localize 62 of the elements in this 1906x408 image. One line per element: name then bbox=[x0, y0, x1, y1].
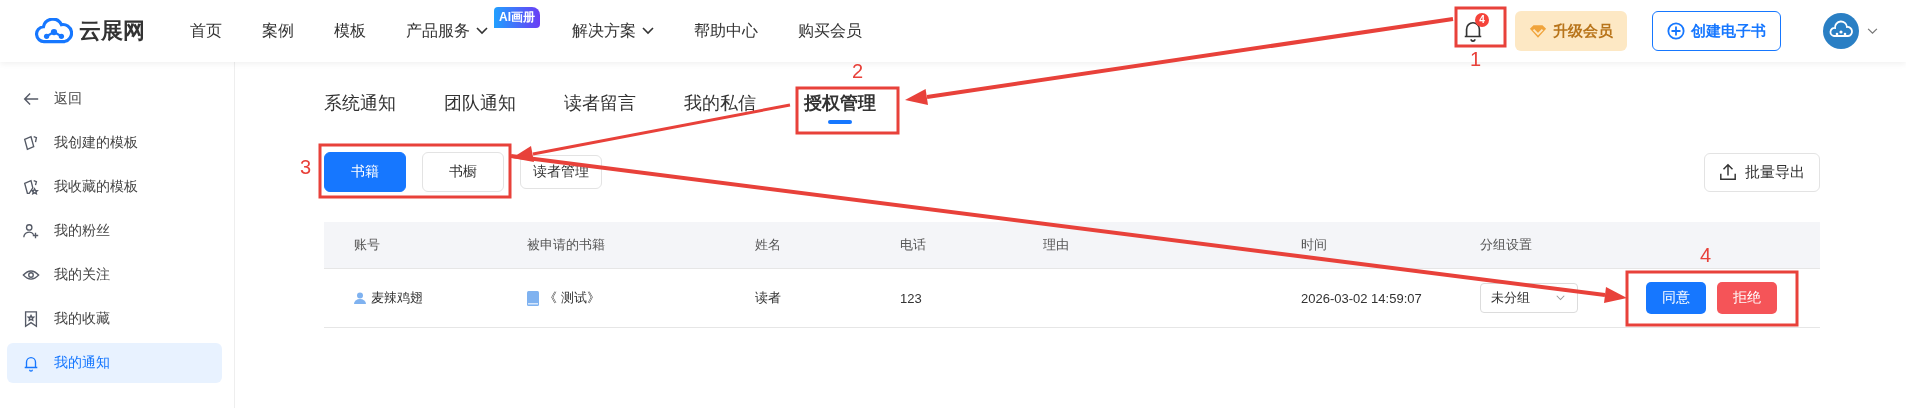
diamond-icon bbox=[1529, 23, 1547, 39]
plus-circle-icon bbox=[1667, 22, 1685, 40]
annotation-box bbox=[1454, 6, 1507, 48]
column-header: 姓名 bbox=[755, 236, 782, 254]
create-ebook-button[interactable]: 创建电子书 bbox=[1652, 11, 1781, 51]
annotation-number: 3 bbox=[300, 156, 312, 178]
column-header: 分组设置 bbox=[1480, 236, 1533, 254]
group-select[interactable]: 未分组 bbox=[1480, 283, 1578, 313]
column-header: 时间 bbox=[1301, 236, 1328, 254]
column-header: 被申请的书籍 bbox=[527, 236, 606, 254]
sub-tab[interactable]: 书籍 bbox=[324, 152, 406, 192]
tab[interactable]: 团队通知 bbox=[444, 90, 516, 126]
avatar-icon[interactable] bbox=[1823, 13, 1859, 49]
tab[interactable]: 系统通知 bbox=[324, 90, 396, 126]
chevron-down-icon bbox=[642, 27, 654, 35]
sidebar-item[interactable]: 我的粉丝 bbox=[7, 211, 222, 251]
table-cell: 《 测试》 bbox=[544, 289, 600, 307]
upload-icon bbox=[1719, 163, 1737, 181]
agree-button[interactable]: 同意 bbox=[1646, 282, 1706, 314]
brand-name: 云展网 bbox=[79, 17, 145, 45]
chevron-down-icon[interactable] bbox=[1867, 27, 1878, 35]
cloud-logo-icon bbox=[35, 18, 73, 44]
column-header: 账号 bbox=[354, 236, 381, 254]
nav-link[interactable]: 购买会员 bbox=[798, 20, 862, 42]
arrow-left-icon bbox=[22, 90, 40, 108]
tab[interactable]: 授权管理 bbox=[804, 90, 876, 126]
notification-bell-button[interactable]: 4 bbox=[1451, 13, 1495, 49]
cards-icon bbox=[22, 134, 40, 152]
book-icon bbox=[527, 290, 539, 306]
sub-tab[interactable]: 书橱 bbox=[422, 152, 504, 192]
table-cell: 麦辣鸡翅 bbox=[371, 289, 423, 307]
ai-badge: AI画册 bbox=[494, 6, 540, 28]
chevron-down-icon bbox=[476, 27, 488, 35]
back-link[interactable]: 返回 bbox=[7, 79, 222, 119]
sidebar-item[interactable]: 我的收藏 bbox=[7, 299, 222, 339]
sidebar-item[interactable]: 我收藏的模板 bbox=[7, 167, 222, 207]
tab[interactable]: 我的私信 bbox=[684, 90, 756, 126]
column-header: 电话 bbox=[900, 236, 927, 254]
notification-count: 4 bbox=[1475, 13, 1489, 27]
annotation-number: 4 bbox=[1700, 244, 1712, 266]
sidebar-item[interactable]: 我的通知 bbox=[7, 343, 222, 383]
chevron-down-icon bbox=[1556, 295, 1565, 301]
user-plus-icon bbox=[22, 222, 40, 240]
nav-link[interactable]: 首页 bbox=[190, 20, 222, 42]
annotation-number: 2 bbox=[852, 60, 864, 82]
nav-link[interactable]: 解决方案 bbox=[572, 20, 654, 42]
sidebar-item[interactable]: 我的关注 bbox=[7, 255, 222, 295]
cards-star-icon bbox=[22, 178, 40, 196]
table-cell: 2026-03-02 14:59:07 bbox=[1301, 290, 1422, 306]
bookmark-icon bbox=[22, 310, 40, 328]
table-cell: 读者 bbox=[755, 289, 781, 307]
tab[interactable]: 读者留言 bbox=[564, 90, 636, 126]
nav-link[interactable]: 帮助中心 bbox=[694, 20, 758, 42]
user-icon bbox=[354, 292, 366, 304]
batch-export-button[interactable]: 批量导出 bbox=[1704, 152, 1820, 192]
nav-link[interactable]: 模板 bbox=[334, 20, 366, 42]
nav-link[interactable]: 案例 bbox=[262, 20, 294, 42]
table-cell: 123 bbox=[900, 290, 922, 306]
column-header: 理由 bbox=[1043, 236, 1070, 254]
annotation-number: 1 bbox=[1470, 48, 1482, 70]
sidebar-item[interactable]: 我创建的模板 bbox=[7, 123, 222, 163]
bell-icon bbox=[22, 354, 40, 372]
